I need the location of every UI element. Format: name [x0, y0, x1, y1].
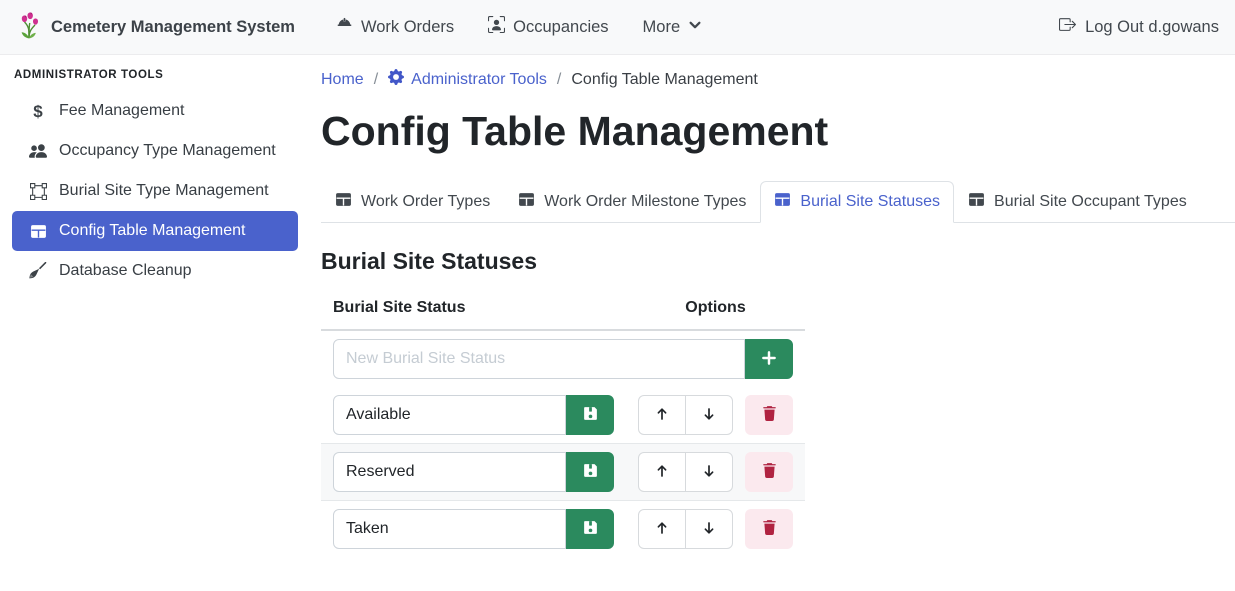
sidebar-item-label: Database Cleanup — [59, 262, 192, 280]
nav-item-work-orders[interactable]: Work Orders — [323, 8, 467, 46]
tab-work-order-types[interactable]: Work Order Types — [321, 181, 504, 223]
logout-button[interactable]: Log Out d.gowans — [1059, 16, 1219, 38]
sidebar-item-burial-site-type-management[interactable]: Burial Site Type Management — [12, 171, 298, 211]
person-bounding-box-icon — [488, 16, 505, 38]
logout-label: Log Out d.gowans — [1085, 18, 1219, 37]
trash-icon — [761, 519, 778, 539]
status-row-available — [321, 387, 805, 444]
bounding-box-icon — [28, 183, 48, 200]
breadcrumb-current: Config Table Management — [571, 71, 758, 89]
move-down-button[interactable] — [685, 395, 733, 435]
move-down-button[interactable] — [685, 452, 733, 492]
status-row-taken — [321, 501, 805, 558]
delete-status-button[interactable] — [745, 395, 793, 435]
nav-item-label: Work Orders — [361, 18, 454, 37]
table-icon — [774, 191, 791, 213]
tab-label: Work Order Milestone Types — [544, 193, 746, 211]
table-icon — [28, 223, 48, 240]
add-status-button[interactable] — [745, 339, 793, 379]
move-up-button[interactable] — [638, 509, 686, 549]
config-tabs: Work Order Types Work Order Milestone Ty… — [321, 181, 1235, 223]
breadcrumb-label: Home — [321, 71, 364, 89]
nav-item-more[interactable]: More — [630, 10, 716, 45]
sidebar-item-label: Occupancy Type Management — [59, 142, 276, 160]
broom-icon — [28, 262, 48, 280]
table-icon — [968, 191, 985, 213]
sidebar-item-label: Burial Site Type Management — [59, 182, 269, 200]
gear-icon — [388, 69, 404, 90]
logout-icon — [1059, 16, 1076, 38]
delete-status-button[interactable] — [745, 509, 793, 549]
people-icon — [28, 142, 48, 160]
sidebar-item-config-table-management[interactable]: Config Table Management — [12, 211, 298, 251]
breadcrumb-label: Administrator Tools — [411, 71, 547, 89]
reorder-button-group — [638, 452, 733, 492]
status-name-input[interactable] — [333, 509, 566, 549]
hardhat-icon — [336, 16, 353, 38]
save-icon — [582, 519, 599, 539]
arrow-down-icon — [701, 406, 717, 425]
reorder-button-group — [638, 509, 733, 549]
breadcrumb: Home / Administrator Tools / Config Tabl… — [321, 69, 1235, 90]
reorder-button-group — [638, 395, 733, 435]
dollar-icon: $ — [28, 103, 48, 120]
arrow-down-icon — [701, 520, 717, 539]
breadcrumb-administrator-tools[interactable]: Administrator Tools — [388, 69, 547, 90]
tab-label: Work Order Types — [361, 193, 490, 211]
save-status-button[interactable] — [566, 395, 614, 435]
tab-label: Burial Site Statuses — [800, 193, 940, 211]
status-row-reserved — [321, 444, 805, 501]
table-icon — [518, 191, 535, 213]
nav-item-occupancies[interactable]: Occupancies — [475, 8, 621, 46]
top-navbar: Cemetery Management System Work Orders O… — [0, 0, 1235, 55]
column-header-options: Options — [626, 287, 805, 330]
table-icon — [335, 191, 352, 213]
chevron-down-icon — [688, 18, 702, 37]
move-up-button[interactable] — [638, 395, 686, 435]
status-name-input[interactable] — [333, 452, 566, 492]
page-title: Config Table Management — [321, 106, 1235, 156]
status-name-input[interactable] — [333, 395, 566, 435]
breadcrumb-separator: / — [557, 71, 561, 89]
sidebar-item-database-cleanup[interactable]: Database Cleanup — [12, 251, 298, 291]
sidebar-item-fee-management[interactable]: $ Fee Management — [12, 91, 298, 131]
arrow-up-icon — [654, 406, 670, 425]
tulip-logo-icon — [16, 10, 42, 45]
section-heading: Burial Site Statuses — [321, 248, 1235, 275]
nav-item-label: Occupancies — [513, 18, 608, 37]
main-content: Home / Administrator Tools / Config Tabl… — [310, 55, 1235, 591]
app-title: Cemetery Management System — [51, 18, 295, 37]
new-status-row — [321, 330, 805, 387]
move-down-button[interactable] — [685, 509, 733, 549]
breadcrumb-separator: / — [374, 71, 378, 89]
arrow-up-icon — [654, 463, 670, 482]
plus-icon — [760, 349, 778, 370]
admin-tools-sidebar: ADMINISTRATOR TOOLS $ Fee Management Occ… — [0, 55, 310, 591]
tab-label: Burial Site Occupant Types — [994, 193, 1187, 211]
navbar-links: Work Orders Occupancies More — [323, 8, 715, 46]
tab-work-order-milestone-types[interactable]: Work Order Milestone Types — [504, 181, 760, 223]
save-status-button[interactable] — [566, 452, 614, 492]
save-icon — [582, 405, 599, 425]
breadcrumb-home[interactable]: Home — [321, 71, 364, 89]
move-up-button[interactable] — [638, 452, 686, 492]
tab-burial-site-occupant-types[interactable]: Burial Site Occupant Types — [954, 181, 1201, 223]
new-status-input[interactable] — [333, 339, 745, 379]
tab-burial-site-statuses[interactable]: Burial Site Statuses — [760, 181, 954, 223]
delete-status-button[interactable] — [745, 452, 793, 492]
nav-item-label: More — [643, 18, 681, 37]
save-status-button[interactable] — [566, 509, 614, 549]
sidebar-heading: ADMINISTRATOR TOOLS — [0, 65, 310, 91]
save-icon — [582, 462, 599, 482]
trash-icon — [761, 405, 778, 425]
trash-icon — [761, 462, 778, 482]
sidebar-item-label: Fee Management — [59, 102, 184, 120]
sidebar-item-occupancy-type-management[interactable]: Occupancy Type Management — [12, 131, 298, 171]
column-header-status: Burial Site Status — [321, 287, 626, 330]
app-brand[interactable]: Cemetery Management System — [16, 10, 295, 45]
arrow-down-icon — [701, 463, 717, 482]
sidebar-item-label: Config Table Management — [59, 222, 246, 240]
burial-site-status-table: Burial Site Status Options — [321, 287, 805, 557]
arrow-up-icon — [654, 520, 670, 539]
